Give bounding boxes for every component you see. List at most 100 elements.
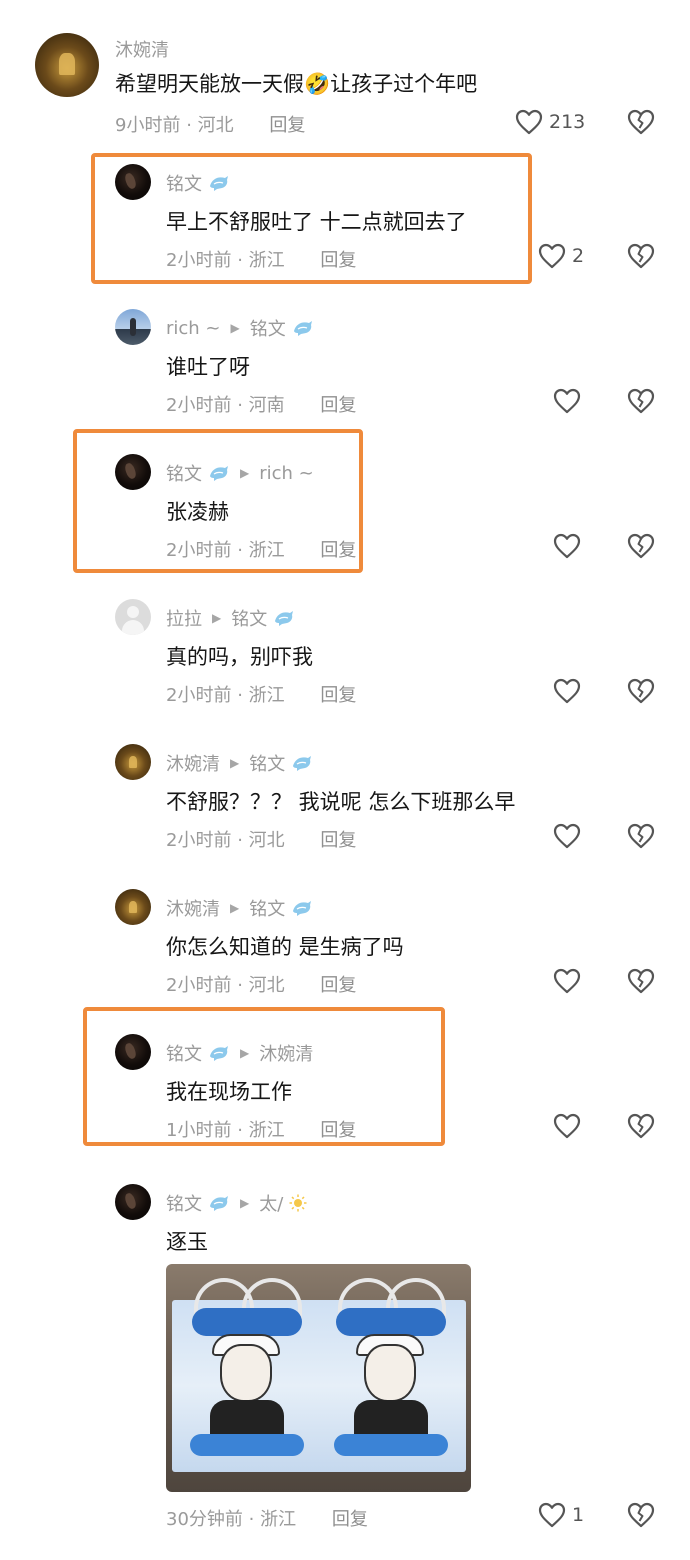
comment-meta: 2小时前 · 河北 回复	[166, 975, 357, 996]
reply-to-user[interactable]: 太/	[259, 1190, 283, 1216]
comment-text: 早上不舒服吐了 十二点就回去了	[166, 210, 467, 234]
reply-button[interactable]: 回复	[320, 830, 356, 851]
avatar[interactable]	[115, 454, 151, 490]
dolphin-badge-icon	[210, 466, 228, 481]
sun-icon	[289, 1194, 307, 1212]
reply-button[interactable]: 回复	[269, 115, 305, 136]
comment-meta: 2小时前 · 河北 回复	[166, 830, 357, 851]
comment-location: 浙江	[248, 250, 285, 271]
reply-to-user[interactable]: 铭文	[249, 895, 285, 921]
avatar[interactable]	[35, 33, 99, 97]
heart-outline-icon	[538, 243, 566, 269]
reply-button[interactable]: 回复	[320, 395, 356, 416]
triangle-right-icon: ▶	[240, 1196, 250, 1210]
broken-heart-icon[interactable]	[626, 532, 656, 560]
comment-meta: 2小时前 · 浙江 回复	[166, 250, 357, 271]
comment-text: 逐玉	[166, 1230, 208, 1254]
dolphin-badge-icon	[293, 756, 312, 771]
broken-heart-icon[interactable]	[626, 1112, 656, 1140]
reply-to-user[interactable]: 铭文	[231, 605, 267, 631]
heart-outline-icon	[553, 388, 581, 414]
avatar[interactable]	[115, 1184, 151, 1220]
heart-outline-icon	[553, 823, 581, 849]
comment-meta: 2小时前 · 浙江 回复	[166, 685, 357, 706]
broken-heart-icon[interactable]	[626, 822, 656, 850]
comment-author[interactable]: 铭文	[166, 1190, 202, 1216]
like-button[interactable]	[553, 678, 581, 704]
reply-to-user[interactable]: 铭文	[250, 315, 286, 341]
triangle-right-icon: ▶	[230, 321, 240, 335]
like-button[interactable]: 213	[515, 109, 585, 135]
reply-to-user[interactable]: 铭文	[249, 750, 285, 776]
comment-meta: 2小时前 · 河南 回复	[166, 395, 357, 416]
heart-outline-icon	[538, 1502, 566, 1528]
comment-time: 9小时前	[115, 115, 181, 136]
like-button[interactable]	[553, 533, 581, 559]
avatar[interactable]	[115, 1034, 151, 1070]
triangle-right-icon: ▶	[212, 611, 222, 625]
comment-text: 希望明天能放一天假🤣让孩子过个年吧	[115, 72, 478, 96]
dolphin-badge-icon	[293, 321, 312, 336]
comment-author[interactable]: 拉拉	[166, 605, 202, 631]
reply-button[interactable]: 回复	[320, 1120, 356, 1141]
comment-text: 真的吗，别吓我	[166, 645, 313, 669]
triangle-right-icon: ▶	[240, 1046, 250, 1060]
comment-meta: 9小时前 · 河北 回复	[115, 115, 306, 136]
triangle-right-icon: ▶	[230, 756, 240, 770]
avatar[interactable]	[115, 744, 151, 780]
comment-photo[interactable]	[166, 1264, 471, 1492]
reply-button[interactable]: 回复	[320, 540, 356, 561]
comment-author[interactable]: rich ~	[166, 318, 221, 339]
broken-heart-icon[interactable]	[626, 108, 656, 136]
broken-heart-icon[interactable]	[626, 1501, 656, 1529]
broken-heart-icon[interactable]	[626, 967, 656, 995]
comment-meta: 1小时前 · 浙江 回复	[166, 1120, 357, 1141]
dolphin-badge-icon	[210, 176, 228, 191]
comment-author[interactable]: 沐婉清	[166, 750, 220, 776]
avatar[interactable]	[115, 889, 151, 925]
like-count: 2	[572, 245, 585, 267]
comment-time: 2小时前	[166, 540, 232, 561]
dolphin-badge-icon	[275, 611, 294, 626]
dolphin-badge-icon	[210, 1046, 228, 1061]
broken-heart-icon[interactable]	[626, 387, 656, 415]
comment-time: 2小时前	[166, 685, 232, 706]
like-count: 1	[572, 1504, 585, 1526]
broken-heart-icon[interactable]	[626, 677, 656, 705]
comment-meta: 30分钟前 · 浙江 回复	[166, 1509, 368, 1530]
avatar[interactable]	[115, 164, 151, 200]
reply-to-user[interactable]: 沐婉清	[259, 1040, 313, 1066]
comment-time: 1小时前	[166, 1120, 232, 1141]
dolphin-badge-icon	[210, 1196, 228, 1211]
like-button[interactable]	[553, 823, 581, 849]
like-button[interactable]: 1	[538, 1502, 584, 1528]
comment-author[interactable]: 铭文	[166, 460, 202, 486]
avatar[interactable]	[115, 309, 151, 345]
comment-author[interactable]: 铭文	[166, 170, 202, 196]
avatar[interactable]	[115, 599, 151, 635]
gift-bag-image	[316, 1278, 466, 1472]
reply-button[interactable]: 回复	[320, 685, 356, 706]
comment-author[interactable]: 沐婉清	[166, 895, 220, 921]
reply-button[interactable]: 回复	[320, 975, 356, 996]
broken-heart-icon[interactable]	[626, 242, 656, 270]
reply-button[interactable]: 回复	[332, 1509, 368, 1530]
comment-text: 我在现场工作	[166, 1080, 292, 1104]
reply-to-user[interactable]: rich ~	[259, 463, 314, 484]
comment-time: 2小时前	[166, 250, 232, 271]
heart-outline-icon	[515, 109, 543, 135]
like-button[interactable]	[553, 1113, 581, 1139]
comment-location: 浙江	[248, 1120, 285, 1141]
heart-outline-icon	[553, 968, 581, 994]
comment-author[interactable]: 铭文	[166, 1040, 202, 1066]
like-button[interactable]: 2	[538, 243, 584, 269]
comment-time: 30分钟前	[166, 1509, 243, 1530]
gift-bag-image	[172, 1278, 322, 1472]
reply-button[interactable]: 回复	[320, 250, 356, 271]
like-button[interactable]	[553, 388, 581, 414]
like-button[interactable]	[553, 968, 581, 994]
comment-author[interactable]: 沐婉清	[115, 36, 169, 62]
comment-time: 2小时前	[166, 975, 232, 996]
comment-location: 浙江	[248, 540, 285, 561]
heart-outline-icon	[553, 678, 581, 704]
